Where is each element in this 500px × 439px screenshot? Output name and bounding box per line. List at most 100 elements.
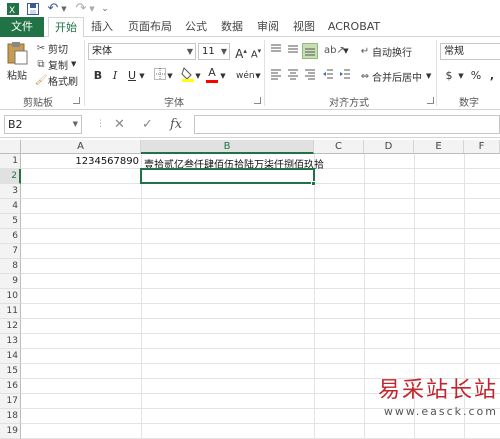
row-gridline bbox=[21, 363, 500, 364]
formula-input[interactable] bbox=[194, 115, 500, 134]
column-header-e[interactable]: E bbox=[414, 140, 464, 154]
copy-button[interactable]: ⧉ 复制 ▼ bbox=[34, 57, 76, 72]
increase-indent-icon[interactable] bbox=[337, 68, 353, 84]
undo-dropdown-icon[interactable]: ▼ bbox=[60, 1, 68, 16]
clipboard-launcher-icon[interactable] bbox=[73, 97, 80, 104]
selected-cell-b2[interactable] bbox=[140, 168, 315, 184]
tab-page-layout[interactable]: 页面布局 bbox=[122, 17, 178, 37]
column-gridline bbox=[314, 154, 315, 439]
format-painter-button[interactable]: 🖌 格式刷 bbox=[34, 73, 78, 88]
watermark: 易采站长站 www.easck.com bbox=[370, 377, 498, 435]
cut-button[interactable]: ✂ 剪切 bbox=[34, 41, 68, 56]
row-header-15[interactable]: 15 bbox=[0, 364, 21, 379]
redo-icon[interactable]: ↷ bbox=[74, 1, 88, 16]
row-gridline bbox=[21, 228, 500, 229]
tab-file[interactable]: 文件 bbox=[0, 17, 44, 37]
borders-dropdown-icon[interactable]: ▼ bbox=[166, 68, 174, 84]
align-bottom-icon[interactable] bbox=[302, 43, 318, 59]
accounting-dropdown-icon[interactable]: ▼ bbox=[457, 68, 465, 84]
tab-formulas[interactable]: 公式 bbox=[180, 17, 212, 37]
fill-dropdown-icon[interactable]: ▼ bbox=[194, 68, 202, 84]
column-header-c[interactable]: C bbox=[314, 140, 364, 154]
row-header-11[interactable]: 11 bbox=[0, 304, 21, 319]
orientation-dropdown-icon[interactable]: ▼ bbox=[342, 43, 350, 59]
font-launcher-icon[interactable] bbox=[254, 97, 261, 104]
wrap-text-label: 自动换行 bbox=[372, 47, 412, 59]
font-color-dropdown-icon[interactable]: ▼ bbox=[219, 68, 227, 84]
row-header-13[interactable]: 13 bbox=[0, 334, 21, 349]
row-header-8[interactable]: 8 bbox=[0, 259, 21, 274]
percent-button[interactable]: % bbox=[468, 68, 484, 84]
column-header-d[interactable]: D bbox=[364, 140, 414, 154]
merge-center-button[interactable]: ⇔ 合并后居中 ▼ bbox=[358, 68, 432, 84]
row-header-7[interactable]: 7 bbox=[0, 244, 21, 259]
tab-acrobat[interactable]: ACROBAT bbox=[326, 17, 382, 37]
tab-review[interactable]: 审阅 bbox=[252, 17, 284, 37]
row-header-16[interactable]: 16 bbox=[0, 379, 21, 394]
name-box[interactable]: B2 ▼ bbox=[4, 115, 82, 134]
italic-button[interactable]: I bbox=[107, 68, 123, 84]
row-header-2[interactable]: 2 bbox=[0, 169, 21, 184]
phonetic-dropdown-icon[interactable]: ▼ bbox=[254, 68, 262, 84]
enter-icon[interactable]: ✓ bbox=[142, 115, 153, 134]
tab-data[interactable]: 数据 bbox=[216, 17, 248, 37]
column-header-f[interactable]: F bbox=[464, 140, 500, 154]
row-header-3[interactable]: 3 bbox=[0, 184, 21, 199]
insert-function-icon[interactable]: fx bbox=[170, 115, 182, 134]
font-size-combo[interactable]: 11 ▼ bbox=[198, 43, 230, 60]
tab-home[interactable]: 开始 bbox=[48, 17, 84, 38]
align-middle-icon[interactable] bbox=[285, 43, 301, 59]
orientation-icon[interactable]: ab↗ bbox=[324, 43, 345, 59]
select-all-corner[interactable] bbox=[0, 140, 21, 154]
decrease-indent-icon[interactable] bbox=[320, 68, 336, 84]
paste-button[interactable]: 粘贴 bbox=[4, 41, 30, 85]
row-header-4[interactable]: 4 bbox=[0, 199, 21, 214]
fill-handle[interactable] bbox=[311, 181, 316, 186]
cancel-icon[interactable]: ✕ bbox=[114, 115, 125, 134]
column-header-b[interactable]: B bbox=[141, 140, 314, 154]
tab-insert[interactable]: 插入 bbox=[86, 17, 118, 37]
group-divider bbox=[264, 40, 265, 106]
brush-icon: 🖌 bbox=[34, 74, 48, 86]
phonetic-guide-button[interactable]: wén bbox=[236, 68, 255, 84]
font-name-combo[interactable]: 宋体 ▼ bbox=[88, 43, 196, 60]
grow-font-icon[interactable]: A▴ bbox=[233, 43, 249, 61]
redo-dropdown-icon[interactable]: ▼ bbox=[88, 1, 96, 16]
excel-logo-icon: X bbox=[6, 1, 20, 16]
row-header-1[interactable]: 1 bbox=[0, 154, 21, 169]
row-gridline bbox=[21, 198, 500, 199]
align-center-icon[interactable] bbox=[285, 68, 301, 84]
font-color-button[interactable]: A bbox=[204, 66, 220, 84]
chevron-down-icon: ▼ bbox=[72, 120, 78, 128]
bold-button[interactable]: B bbox=[90, 68, 106, 84]
row-header-6[interactable]: 6 bbox=[0, 229, 21, 244]
number-format-value: 常规 bbox=[444, 46, 464, 57]
row-header-17[interactable]: 17 bbox=[0, 394, 21, 409]
column-header-a[interactable]: A bbox=[21, 140, 141, 154]
undo-icon[interactable]: ↶ bbox=[46, 1, 60, 16]
save-icon[interactable] bbox=[26, 1, 40, 16]
group-divider bbox=[84, 40, 85, 106]
watermark-url: www.easck.com bbox=[383, 405, 498, 418]
customize-qat-icon[interactable]: ⌄ bbox=[100, 1, 110, 16]
accounting-format-button[interactable]: $ bbox=[440, 68, 458, 84]
row-header-14[interactable]: 14 bbox=[0, 349, 21, 364]
shrink-font-icon[interactable]: A▾ bbox=[248, 43, 264, 60]
alignment-launcher-icon[interactable] bbox=[427, 97, 434, 104]
row-header-18[interactable]: 18 bbox=[0, 409, 21, 424]
row-header-12[interactable]: 12 bbox=[0, 319, 21, 334]
comma-button[interactable]: , bbox=[484, 68, 500, 84]
tab-view[interactable]: 视图 bbox=[288, 17, 320, 37]
row-header-9[interactable]: 9 bbox=[0, 274, 21, 289]
align-right-icon[interactable] bbox=[302, 68, 318, 84]
row-gridline bbox=[21, 258, 500, 259]
row-header-19[interactable]: 19 bbox=[0, 424, 21, 439]
wrap-text-button[interactable]: ↵ 自动换行 bbox=[358, 43, 412, 59]
align-top-icon[interactable] bbox=[268, 43, 284, 59]
row-header-10[interactable]: 10 bbox=[0, 289, 21, 304]
cell-a1[interactable]: 1234567890 bbox=[24, 156, 139, 167]
row-header-5[interactable]: 5 bbox=[0, 214, 21, 229]
underline-dropdown-icon[interactable]: ▼ bbox=[138, 68, 146, 84]
align-left-icon[interactable] bbox=[268, 68, 284, 84]
number-format-combo[interactable]: 常规 bbox=[440, 43, 500, 60]
